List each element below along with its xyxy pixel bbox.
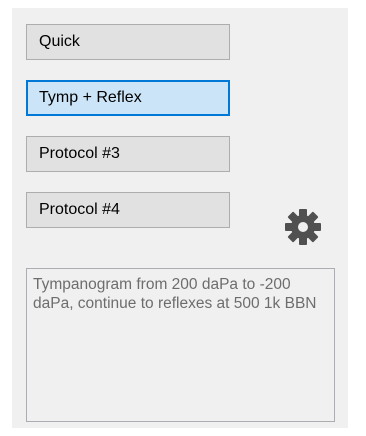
gear-icon[interactable]: [283, 207, 323, 247]
protocol-button-protocol-4[interactable]: Protocol #4: [26, 192, 230, 228]
protocol-button-tymp-reflex[interactable]: Tymp + Reflex: [26, 80, 230, 116]
protocol-button-protocol-3[interactable]: Protocol #3: [26, 136, 230, 172]
protocol-button-quick[interactable]: Quick: [26, 24, 230, 60]
protocol-panel: Quick Tymp + Reflex Protocol #3 Protocol…: [12, 8, 348, 428]
protocol-description-textbox[interactable]: Tympanogram from 200 daPa to -200 daPa, …: [26, 268, 335, 422]
